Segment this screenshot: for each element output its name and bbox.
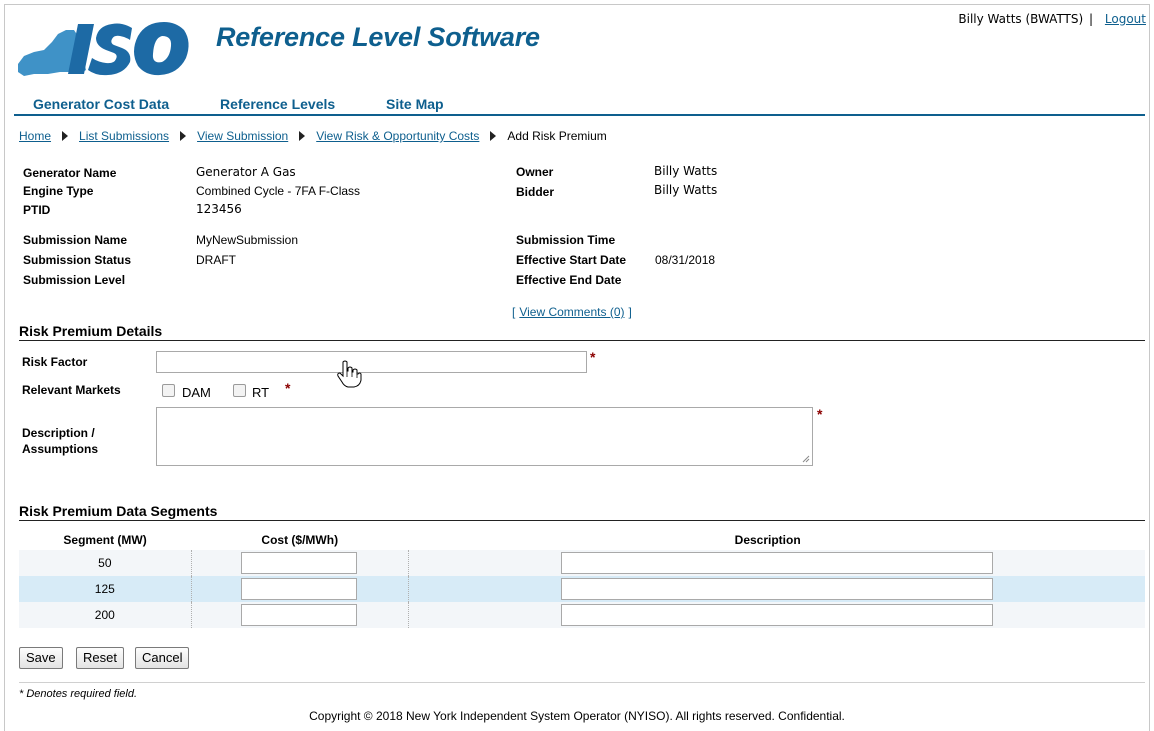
nav-site-map[interactable]: Site Map xyxy=(386,96,444,112)
description-cell xyxy=(408,602,1145,628)
table-row: 125 xyxy=(19,576,1145,602)
user-box: Billy Watts (BWATTS) | Logout xyxy=(958,12,1146,26)
nyiso-logo xyxy=(18,22,189,76)
segment-column-header: Segment (MW) xyxy=(63,533,147,547)
description-cell xyxy=(408,550,1145,576)
hand-cursor-icon xyxy=(337,360,362,388)
risk-premium-details-header: Risk Premium Details xyxy=(19,323,1145,341)
owner-labels: Owner Bidder xyxy=(516,162,554,202)
nav-generator-cost-data[interactable]: Generator Cost Data xyxy=(33,96,169,112)
ptid-label: PTID xyxy=(23,203,51,217)
submission-values: MyNewSubmission DRAFT xyxy=(196,230,298,270)
app-title: Reference Level Software xyxy=(216,22,540,52)
table-row: 200 xyxy=(19,602,1145,628)
user-separator: | xyxy=(1089,12,1094,26)
required-marker: * xyxy=(590,349,596,365)
comments-bracket-close: ] xyxy=(628,305,632,319)
submission-time-label: Submission Time xyxy=(516,233,616,247)
breadcrumb-list-submissions[interactable]: List Submissions xyxy=(79,129,169,143)
description-column-header: Description xyxy=(734,533,801,547)
nav-reference-levels[interactable]: Reference Levels xyxy=(220,96,335,112)
submission-status-value: DRAFT xyxy=(196,253,236,267)
main-nav: Generator Cost Data Reference Levels Sit… xyxy=(14,96,1145,116)
required-marker: * xyxy=(817,406,823,422)
breadcrumb-view-risk-costs[interactable]: View Risk & Opportunity Costs xyxy=(316,129,479,143)
effective-start-label: Effective Start Date xyxy=(516,253,627,267)
engine-type-value: Combined Cycle - 7FA F-Class xyxy=(196,184,361,198)
cost-cell xyxy=(191,602,409,628)
segment-description-input[interactable] xyxy=(560,578,993,600)
breadcrumb-home[interactable]: Home xyxy=(19,129,51,143)
effective-end-label: Effective End Date xyxy=(516,273,622,287)
copyright-text: Copyright © 2018 New York Independent Sy… xyxy=(309,709,845,723)
bidder-label: Bidder xyxy=(516,185,555,199)
segment-description-input[interactable] xyxy=(560,552,993,574)
description-label-line2: Assumptions xyxy=(22,442,99,456)
submission-time-value xyxy=(655,230,715,250)
submission-time-values: 08/31/2018 xyxy=(655,230,715,270)
description-textarea[interactable] xyxy=(156,407,813,466)
comments-bracket-open: [ xyxy=(512,305,516,319)
reset-button[interactable]: Reset xyxy=(76,647,124,669)
cost-input[interactable] xyxy=(240,578,357,600)
risk-premium-segments-header: Risk Premium Data Segments xyxy=(19,503,1145,521)
generator-name-label: Generator Name xyxy=(23,166,117,180)
comments-link-wrap: [View Comments (0)] xyxy=(512,305,632,319)
chevron-right-icon xyxy=(299,131,306,141)
chevron-right-icon xyxy=(62,131,69,141)
submission-name-label: Submission Name xyxy=(23,233,128,247)
segment-cell: 50 xyxy=(19,550,192,576)
chevron-right-icon xyxy=(180,131,187,141)
risk-factor-input[interactable] xyxy=(156,351,587,373)
owner-label: Owner xyxy=(516,165,554,179)
chevron-right-icon xyxy=(490,131,497,141)
segments-header-row: Segment (MW) Cost ($/MWh) Description xyxy=(19,530,1145,550)
dam-checkbox-label: DAM xyxy=(182,385,211,400)
generator-values: Generator A Gas Combined Cycle - 7FA F-C… xyxy=(196,162,360,219)
breadcrumb-view-submission[interactable]: View Submission xyxy=(197,129,288,143)
cost-input[interactable] xyxy=(240,552,357,574)
relevant-markets-label: Relevant Markets xyxy=(22,383,121,397)
save-button[interactable]: Save xyxy=(19,647,63,669)
cost-cell xyxy=(191,550,409,576)
effective-start-value: 08/31/2018 xyxy=(655,253,716,267)
cancel-button[interactable]: Cancel xyxy=(135,647,190,669)
footer-divider xyxy=(19,682,1145,683)
dam-checkbox[interactable] xyxy=(162,384,175,397)
ptid-value: 123456 xyxy=(196,202,242,216)
description-label: Description / Assumptions xyxy=(22,425,98,457)
view-comments-link[interactable]: View Comments (0) xyxy=(519,305,624,319)
segment-description-input[interactable] xyxy=(560,604,993,626)
required-field-note: * Denotes required field. xyxy=(19,688,138,700)
table-row: 50 xyxy=(19,550,1145,576)
engine-type-label: Engine Type xyxy=(23,184,94,198)
rt-checkbox-label: RT xyxy=(252,385,270,400)
breadcrumb-current: Add Risk Premium xyxy=(507,129,607,143)
bidder-value: Billy Watts xyxy=(654,183,718,197)
resize-handle-icon[interactable] xyxy=(802,455,810,463)
submission-name-value: MyNewSubmission xyxy=(196,233,299,247)
breadcrumb: Home List Submissions View Submission View … xyxy=(19,129,607,143)
segment-cell: 125 xyxy=(19,576,192,602)
risk-factor-label: Risk Factor xyxy=(22,355,88,369)
submission-level-label: Submission Level xyxy=(23,273,126,287)
logout-link[interactable]: Logout xyxy=(1105,12,1146,26)
cost-column-header: Cost ($/MWh) xyxy=(261,533,339,547)
owner-values: Billy Watts Billy Watts xyxy=(654,161,717,200)
generator-labels: Generator Name Engine Type PTID xyxy=(23,163,116,220)
segment-cell: 200 xyxy=(19,602,192,628)
required-marker: * xyxy=(285,380,291,396)
owner-value: Billy Watts xyxy=(654,164,718,178)
rt-checkbox[interactable] xyxy=(233,384,246,397)
cost-cell xyxy=(191,576,409,602)
description-label-line1: Description / xyxy=(22,426,95,440)
user-name: Billy Watts (BWATTS) xyxy=(958,12,1084,26)
generator-name-value: Generator A Gas xyxy=(196,165,296,179)
submission-time-labels: Submission Time Effective Start Date Eff… xyxy=(516,230,626,290)
cost-input[interactable] xyxy=(240,604,357,626)
submission-labels: Submission Name Submission Status Submis… xyxy=(23,230,131,290)
submission-status-label: Submission Status xyxy=(23,253,132,267)
description-cell xyxy=(408,576,1145,602)
segments-table: Segment (MW) Cost ($/MWh) Description 50… xyxy=(19,530,1145,628)
